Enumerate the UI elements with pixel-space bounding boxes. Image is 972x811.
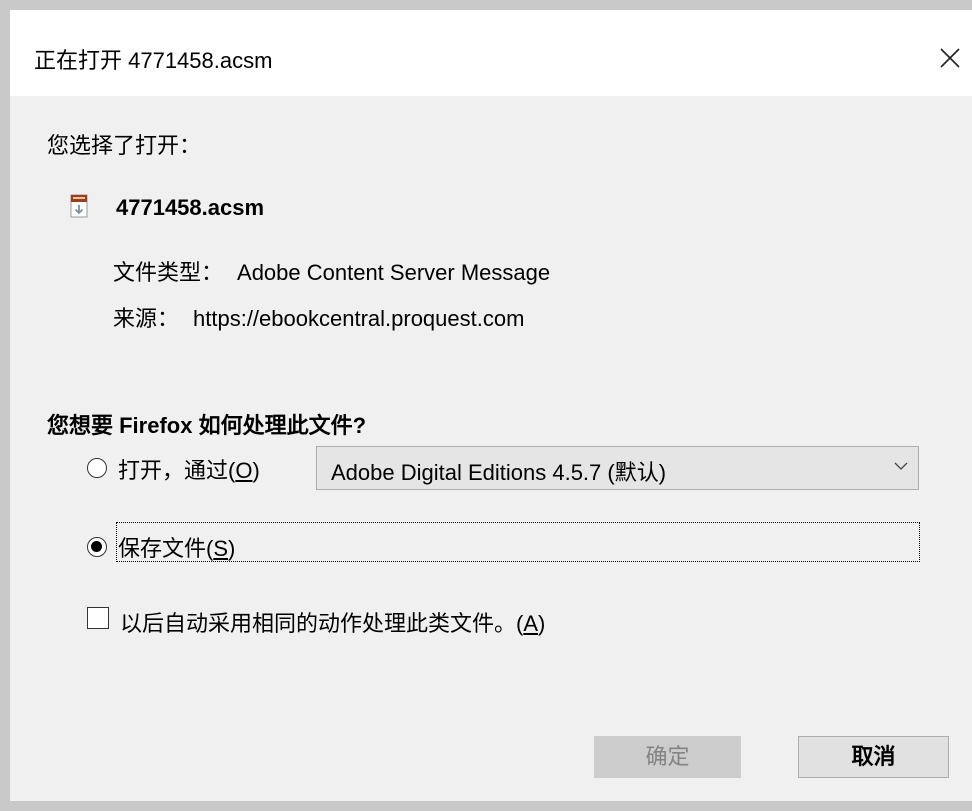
handling-question: 您想要 Firefox 如何处理此文件?: [47, 413, 367, 438]
auto-handle-text-end: ): [538, 611, 546, 636]
close-button[interactable]: [926, 38, 972, 82]
auto-handle-accesskey: A: [523, 611, 539, 636]
file-type-value: Adobe Content Server Message: [237, 260, 551, 285]
save-file-radio[interactable]: [87, 537, 107, 557]
dialog-body: 您选择了打开： 4771458.acsm 文件类型： Adobe Content …: [10, 96, 972, 801]
download-dialog: 正在打开 4771458.acsm 您选择了打开： 4771458.acsm 文…: [10, 10, 972, 801]
open-with-app-select[interactable]: Adobe Digital Editions 4.5.7 (默认): [316, 446, 919, 490]
chevron-down-icon: [894, 462, 908, 470]
cancel-button[interactable]: 取消: [798, 736, 949, 778]
open-with-app-value: Adobe Digital Editions 4.5.7 (默认): [331, 460, 667, 485]
file-name: 4771458.acsm: [116, 195, 265, 220]
save-file-accesskey: S: [213, 536, 229, 561]
file-source-label: 来源：: [113, 306, 180, 331]
acsm-file-icon: [70, 194, 88, 218]
open-with-accesskey: O: [235, 458, 253, 483]
ok-button[interactable]: 确定: [594, 736, 741, 778]
dialog-title: 正在打开 4771458.acsm: [34, 48, 273, 73]
file-source-value: https://ebookcentral.proquest.com: [193, 306, 525, 331]
auto-handle-label[interactable]: 以后自动采用相同的动作处理此类文件。(A): [120, 606, 545, 638]
open-with-label[interactable]: 打开，通过(O): [118, 453, 260, 485]
save-file-text: 保存文件(: [118, 536, 214, 561]
open-with-radio[interactable]: [87, 458, 107, 478]
file-type-label: 文件类型：: [113, 260, 224, 285]
open-with-text-end: ): [252, 458, 260, 483]
save-file-text-end: ): [228, 536, 236, 561]
open-with-text: 打开，通过(: [118, 458, 236, 483]
file-source-row: 来源： https://ebookcentral.proquest.com: [113, 301, 524, 333]
close-icon: [940, 48, 960, 68]
chosen-label: 您选择了打开：: [47, 133, 202, 158]
auto-handle-checkbox[interactable]: [87, 607, 109, 629]
save-file-label[interactable]: 保存文件(S): [118, 531, 235, 563]
focus-indicator: [116, 522, 920, 562]
title-bar: 正在打开 4771458.acsm: [10, 10, 972, 96]
auto-handle-text: 以后自动采用相同的动作处理此类文件。(: [120, 611, 524, 636]
file-type-row: 文件类型： Adobe Content Server Message: [113, 255, 550, 287]
